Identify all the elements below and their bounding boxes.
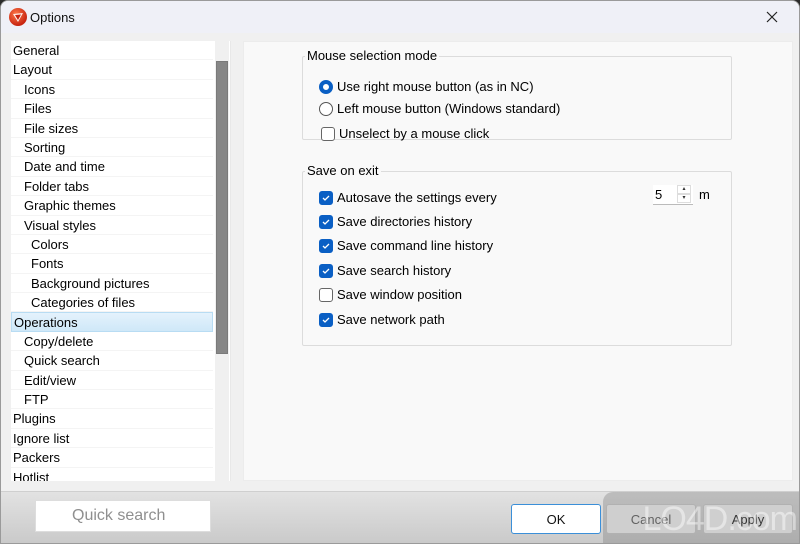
options-window: Options General Layout Icons Files File size…	[0, 0, 800, 544]
spin-up-button[interactable]: ▴	[677, 185, 691, 194]
radio-right-mouse[interactable]: Use right mouse button (as in NC)	[319, 79, 534, 94]
tree-item[interactable]: Packers	[11, 448, 213, 468]
checkbox-dir-history[interactable]: Save directories history	[319, 214, 472, 229]
tree-item[interactable]: Folder tabs	[11, 177, 213, 197]
autosave-unit-label: m	[699, 187, 710, 202]
save-on-exit-group: Save on exit Autosave the settings every…	[302, 163, 732, 346]
close-icon	[766, 11, 778, 23]
checkbox-unselect-click[interactable]: Unselect by a mouse click	[321, 126, 489, 141]
tree-item[interactable]: Hotlist	[11, 468, 213, 481]
tree-item[interactable]: Sorting	[11, 138, 213, 158]
tree-item[interactable]: Graphic themes	[11, 196, 213, 216]
spinner-arrows: ▴ ▾	[677, 185, 691, 204]
autosave-interval-value[interactable]: 5	[653, 185, 677, 204]
option-label: Save command line history	[337, 238, 494, 253]
checkbox-cmd-history[interactable]: Save command line history	[319, 238, 493, 253]
title-bar: Options	[1, 1, 799, 33]
radio-unselected-icon[interactable]	[319, 101, 333, 116]
tree-item[interactable]: Visual styles	[11, 216, 213, 235]
checkbox-checked-icon[interactable]	[319, 238, 333, 253]
radio-selected-icon[interactable]	[319, 79, 333, 94]
tree-item[interactable]: Plugins	[11, 409, 213, 429]
tree-scrollbar[interactable]	[215, 41, 229, 481]
settings-panel: Mouse selection mode Use right mouse but…	[243, 41, 793, 481]
checkbox-checked-icon[interactable]	[319, 263, 333, 278]
option-label: Autosave the settings every	[337, 190, 497, 205]
option-label: Save window position	[337, 287, 463, 302]
checkbox-search-history[interactable]: Save search history	[319, 263, 451, 278]
window-title: Options	[30, 9, 75, 25]
ok-button[interactable]: OK	[511, 504, 601, 534]
group-title: Save on exit	[305, 163, 381, 178]
tree-item[interactable]: File sizes	[11, 119, 213, 138]
tree-item[interactable]: Categories of files	[11, 293, 213, 313]
checkbox-autosave[interactable]: Autosave the settings every	[319, 190, 497, 205]
options-tree: General Layout Icons Files File sizes Sorting…	[11, 41, 231, 481]
mouse-selection-group: Mouse selection mode Use right mouse but…	[302, 48, 732, 141]
dialog-footer: OK Cancel Apply LO4D.com	[1, 491, 799, 543]
tree-item[interactable]: Layout	[11, 60, 213, 80]
option-label: Unselect by a mouse click	[339, 126, 490, 141]
checkbox-unchecked-icon[interactable]	[319, 287, 333, 302]
option-label: Save search history	[337, 263, 452, 278]
tree-item[interactable]: Files	[11, 99, 213, 119]
checkbox-checked-icon[interactable]	[319, 312, 333, 327]
option-label: Save directories history	[337, 214, 473, 229]
tree-item[interactable]: Icons	[11, 80, 213, 100]
autosave-interval-spinner[interactable]: 5 ▴ ▾	[653, 185, 693, 205]
option-label: Save network path	[337, 312, 445, 327]
tree-item[interactable]: Background pictures	[11, 274, 213, 294]
checkbox-window-position[interactable]: Save window position	[319, 287, 462, 302]
checkbox-checked-icon[interactable]	[319, 190, 333, 205]
scrollbar-thumb[interactable]	[216, 61, 228, 354]
tree-list: General Layout Icons Files File sizes Sorting…	[11, 41, 213, 481]
spin-down-button[interactable]: ▾	[677, 194, 691, 203]
option-label: Use right mouse button (as in NC)	[337, 79, 534, 94]
checkbox-checked-icon[interactable]	[319, 214, 333, 229]
tree-item[interactable]: Ignore list	[11, 429, 213, 449]
quick-search-input[interactable]	[72, 507, 212, 525]
checkbox-unchecked-icon[interactable]	[321, 126, 335, 141]
quick-search-box[interactable]	[35, 500, 212, 532]
tree-item[interactable]: FTP	[11, 390, 213, 410]
tree-item[interactable]: Copy/delete	[11, 332, 213, 352]
app-logo-icon	[9, 8, 27, 26]
tree-item[interactable]: Fonts	[11, 254, 213, 274]
tree-item[interactable]: Date and time	[11, 157, 213, 177]
tree-item[interactable]: Edit/view	[11, 371, 213, 391]
tree-item[interactable]: Operations	[11, 312, 213, 332]
apply-button[interactable]: Apply	[703, 504, 793, 534]
close-button[interactable]	[749, 1, 795, 33]
tree-item[interactable]: Colors	[11, 235, 213, 255]
tree-item[interactable]: General	[11, 41, 213, 61]
tree-item[interactable]: Quick search	[11, 351, 213, 371]
checkbox-network-path[interactable]: Save network path	[319, 312, 445, 327]
radio-left-mouse[interactable]: Left mouse button (Windows standard)	[319, 101, 560, 116]
cancel-button[interactable]: Cancel	[606, 504, 696, 534]
group-title: Mouse selection mode	[305, 48, 440, 63]
option-label: Left mouse button (Windows standard)	[337, 101, 561, 116]
